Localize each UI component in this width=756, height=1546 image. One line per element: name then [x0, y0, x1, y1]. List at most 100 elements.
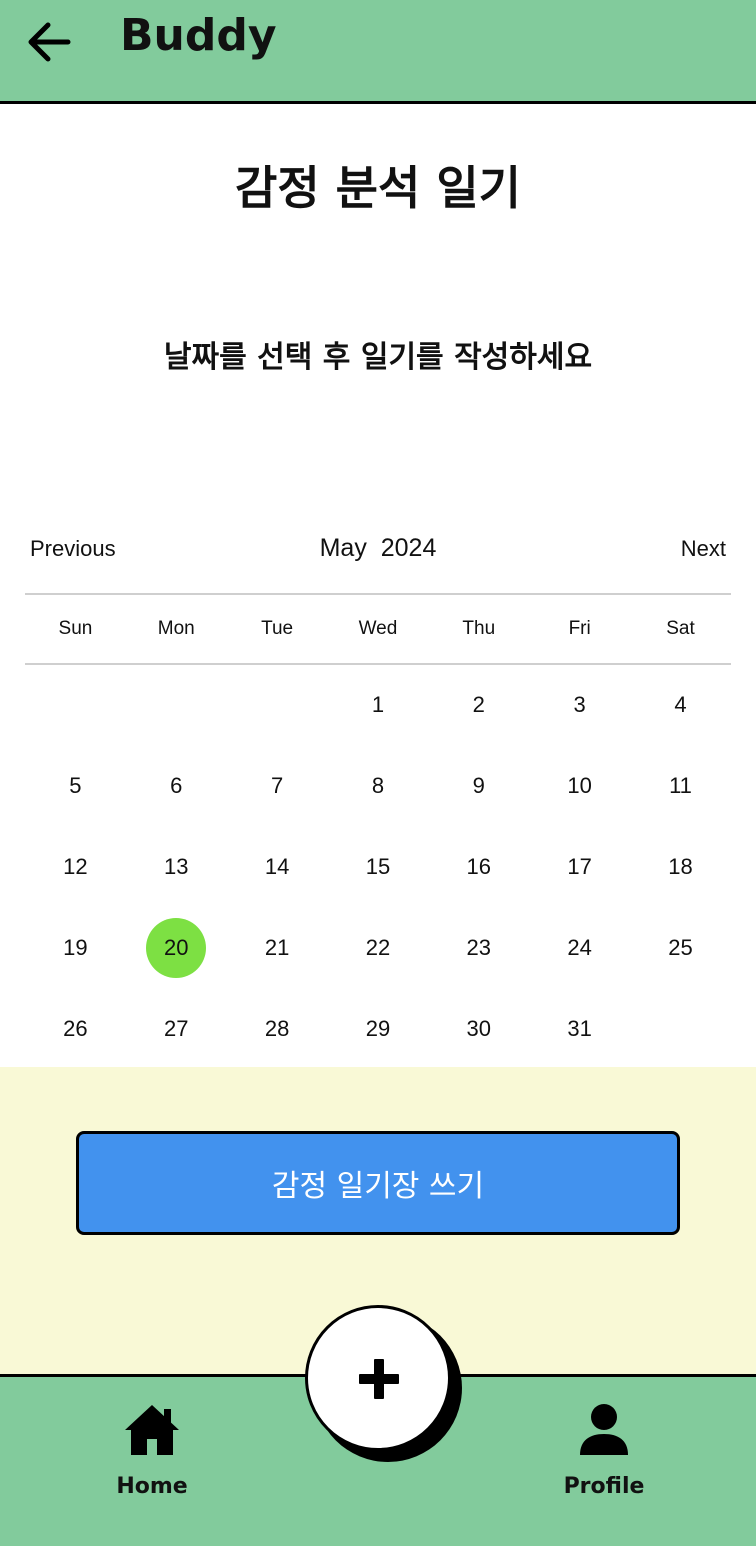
calendar-day[interactable]: 15 — [328, 827, 429, 908]
calendar-day-number: 30 — [466, 1015, 492, 1041]
calendar-grid: 1 2 3 4 5 6 7 8 9 10 11 12 13 14 15 16 17 18 19 20 21 22 23 24 2… — [25, 665, 731, 1069]
weekday-label: Sun — [58, 618, 93, 639]
weekday-label: Mon — [157, 618, 195, 639]
calendar-day[interactable]: 29 — [328, 988, 429, 1069]
calendar-day-number: 18 — [668, 853, 693, 879]
calendar-day[interactable]: 16 — [428, 827, 529, 908]
calendar-day-number: 31 — [567, 1015, 592, 1041]
calendar-day[interactable]: 26 — [25, 988, 126, 1069]
calendar-day-number: 1 — [371, 692, 385, 718]
calendar-day[interactable]: 27 — [126, 988, 227, 1069]
nav-home-label: Home — [116, 1474, 188, 1499]
calendar-empty-cell — [25, 665, 126, 746]
calendar-day[interactable]: 3 — [529, 665, 630, 746]
calendar-day[interactable]: 10 — [529, 746, 630, 827]
calendar-day-number: 2 — [472, 692, 485, 718]
calendar-day[interactable]: 22 — [328, 907, 429, 988]
back-button[interactable] — [22, 16, 76, 68]
calendar-year: 2024 — [380, 534, 437, 562]
calendar-day-number: 3 — [573, 692, 586, 718]
divider — [25, 593, 731, 595]
calendar-week: 1 2 3 4 — [25, 665, 731, 746]
calendar-day-number: 10 — [567, 773, 592, 799]
calendar-day-selected[interactable]: 20 — [126, 907, 227, 988]
calendar-day[interactable]: 14 — [227, 827, 328, 908]
nav-profile-label: Profile — [563, 1474, 645, 1499]
calendar-day-number: 6 — [170, 773, 183, 799]
nav-profile[interactable]: Profile — [552, 1400, 656, 1510]
weekday-label: Thu — [462, 618, 496, 639]
calendar-day-number: 11 — [669, 773, 692, 799]
person-icon — [580, 1404, 628, 1455]
calendar-day[interactable]: 13 — [126, 827, 227, 908]
calendar-week: 19 20 21 22 23 24 25 — [25, 907, 731, 988]
calendar-day-number: 13 — [164, 853, 189, 879]
calendar-day-number: 23 — [466, 934, 492, 960]
plus-icon — [359, 1359, 399, 1399]
previous-month-button[interactable]: Previous — [30, 536, 116, 562]
calendar-day[interactable]: 12 — [25, 827, 126, 908]
weekday-label: Wed — [358, 618, 398, 639]
calendar-day-number: 20 — [164, 934, 189, 960]
calendar-day[interactable]: 11 — [630, 746, 731, 827]
calendar-day-number: 17 — [567, 853, 592, 879]
calendar-day[interactable]: 5 — [25, 746, 126, 827]
calendar-month: May — [319, 534, 367, 562]
calendar-day[interactable]: 18 — [630, 827, 731, 908]
calendar-header: Previous May 2024 Next — [25, 530, 731, 574]
calendar-day-number: 14 — [264, 853, 290, 879]
app-title: Buddy — [120, 10, 277, 61]
calendar-day-number: 26 — [63, 1015, 88, 1041]
calendar-day[interactable]: 17 — [529, 827, 630, 908]
calendar-empty-cell — [227, 665, 328, 746]
calendar-day[interactable]: 28 — [227, 988, 328, 1069]
calendar-day-number: 12 — [63, 853, 88, 879]
calendar-day-number: 16 — [466, 853, 492, 879]
calendar-day-number: 8 — [371, 773, 385, 799]
calendar-empty-cell — [630, 988, 731, 1069]
calendar-day[interactable]: 9 — [428, 746, 529, 827]
calendar-day[interactable]: 21 — [227, 907, 328, 988]
calendar-day-number: 25 — [668, 934, 693, 960]
calendar-day-number: 29 — [365, 1015, 391, 1041]
calendar-empty-cell — [126, 665, 227, 746]
weekday-label: Tue — [261, 618, 294, 639]
calendar-day-number: 5 — [69, 773, 82, 799]
calendar-day-number: 7 — [270, 773, 284, 799]
nav-home[interactable]: Home — [100, 1400, 204, 1510]
app-bar: Buddy — [0, 0, 756, 104]
calendar-day-number: 27 — [164, 1015, 189, 1041]
weekday-label: Fri — [568, 618, 591, 639]
weekday-header: Sun Mon Tue Wed Thu Fri Sat — [25, 618, 731, 644]
calendar-day[interactable]: 8 — [328, 746, 429, 827]
calendar-day-number: 4 — [674, 692, 687, 718]
calendar-day[interactable]: 23 — [428, 907, 529, 988]
calendar-day-number: 9 — [472, 773, 485, 799]
calendar-day-number: 24 — [567, 934, 592, 960]
calendar-day[interactable]: 30 — [428, 988, 529, 1069]
next-month-button[interactable]: Next — [681, 536, 726, 562]
add-button[interactable] — [305, 1305, 451, 1451]
calendar-day[interactable]: 25 — [630, 907, 731, 988]
page-title: 감정 분석 일기 — [235, 161, 521, 215]
calendar-day[interactable]: 4 — [630, 665, 731, 746]
calendar-day-number: 21 — [264, 934, 290, 960]
calendar-week: 5 6 7 8 9 10 11 — [25, 746, 731, 827]
calendar-month-year: May 2024 — [25, 534, 731, 563]
calendar-day-number: 22 — [365, 934, 391, 960]
calendar-day[interactable]: 31 — [529, 988, 630, 1069]
calendar-day[interactable]: 19 — [25, 907, 126, 988]
weekday-label: Sat — [666, 618, 695, 639]
calendar-day[interactable]: 1 — [328, 665, 429, 746]
write-diary-button[interactable]: 감정 일기장 쓰기 — [76, 1131, 680, 1235]
home-icon — [125, 1405, 179, 1455]
instruction-text: 날짜를 선택 후 일기를 작성하세요 — [163, 340, 593, 375]
calendar-day[interactable]: 6 — [126, 746, 227, 827]
calendar-day[interactable]: 7 — [227, 746, 328, 827]
calendar-day-number: 28 — [264, 1015, 290, 1041]
calendar-day-number: 15 — [365, 853, 391, 879]
calendar-day[interactable]: 24 — [529, 907, 630, 988]
calendar-day-number: 19 — [63, 934, 88, 960]
calendar-day[interactable]: 2 — [428, 665, 529, 746]
calendar-week: 12 13 14 15 16 17 18 — [25, 827, 731, 908]
